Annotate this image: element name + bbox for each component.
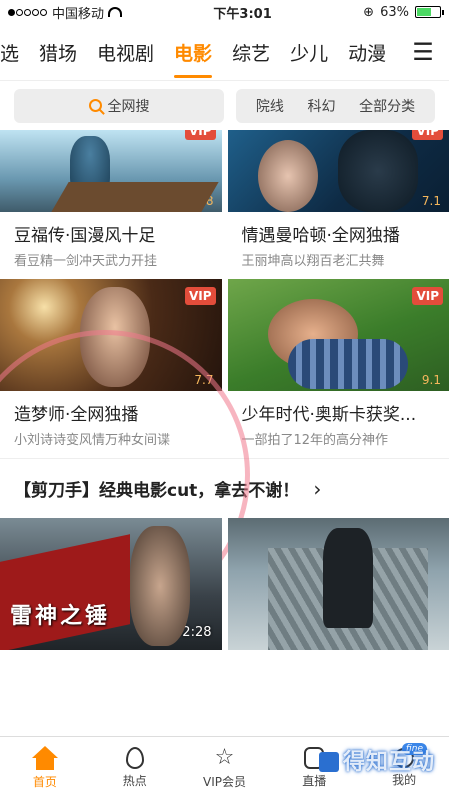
rating: 7.1: [421, 194, 441, 208]
filter-scifi[interactable]: 科幻: [307, 96, 335, 116]
movie-card[interactable]: VIP 7.8 豆福传·国漫风十足 看豆精一剑冲天武力开挂: [0, 130, 222, 279]
wifi-icon: [108, 7, 123, 17]
category-tabs: 选 猎场 电视剧 电影 综艺 少儿 动漫 ☰: [0, 24, 449, 80]
filter-bar: 院线 科幻 全部分类: [236, 88, 435, 123]
clip-card[interactable]: 雷神之锤 02:28: [0, 518, 222, 650]
movie-title: 造梦师·全网独播: [14, 405, 139, 425]
movie-thumbnail: VIP 9.1: [227, 279, 449, 391]
vip-badge: VIP: [412, 287, 443, 305]
section-title: 【剪刀手】经典电影cut，拿去不谢！: [14, 481, 300, 501]
chevron-right-icon: ›: [313, 476, 322, 501]
tab-movie[interactable]: 电影: [164, 39, 222, 78]
tab-liechang[interactable]: 猎场: [29, 39, 87, 66]
nav-vip-label: VIP会员: [202, 774, 246, 789]
movie-title: 少年时代·奥斯卡获奖...: [241, 405, 417, 425]
vip-star-icon: ☆: [214, 744, 235, 770]
clip-grid: 雷神之锤 02:28: [0, 518, 449, 650]
menu-icon[interactable]: ☰: [397, 24, 449, 80]
rotation-lock-icon: ⊕: [363, 4, 375, 20]
search-icon: [88, 99, 102, 112]
flame-icon: [125, 746, 144, 769]
search-input[interactable]: 全网搜: [14, 88, 224, 123]
movie-card[interactable]: VIP 7.7 造梦师·全网独播 小刘诗诗变风情万种女间谍: [0, 279, 222, 458]
tab-selected-partial[interactable]: 选: [0, 39, 29, 66]
nav-home-label: 首页: [32, 774, 57, 789]
nav-vip[interactable]: ☆ VIP会员: [180, 737, 270, 798]
movie-card[interactable]: VIP 7.1 情遇曼哈顿·全网独播 王丽坤高以翔百老汇共舞: [227, 130, 449, 279]
movie-subtitle: 小刘诗诗变风情万种女间谍: [14, 433, 171, 448]
rating: 9.1: [421, 373, 441, 387]
clip-card[interactable]: [227, 518, 449, 650]
clock: 下午3:01: [213, 6, 272, 22]
watermark: 得知互动: [318, 744, 435, 776]
nav-hot-label: 热点: [122, 773, 147, 788]
vip-badge: VIP: [184, 287, 216, 305]
tab-variety[interactable]: 综艺: [222, 39, 280, 66]
tab-kids[interactable]: 少儿: [280, 39, 338, 66]
movie-subtitle: 看豆精一剑冲天武力开挂: [14, 254, 158, 269]
status-left: 中国移动: [8, 3, 123, 22]
section-header[interactable]: 【剪刀手】经典电影cut，拿去不谢！ ›: [0, 458, 449, 518]
nav-hot[interactable]: 热点: [90, 737, 180, 798]
movie-subtitle: 王丽坤高以翔百老汇共舞: [241, 254, 385, 269]
filter-cinema[interactable]: 院线: [256, 96, 284, 116]
vip-badge: VIP: [412, 130, 443, 140]
status-right: ⊕ 63%: [363, 4, 444, 20]
battery-percent: 63%: [380, 4, 409, 20]
clip-caption: 雷神之锤: [10, 604, 111, 629]
movie-grid: VIP 7.8 豆福传·国漫风十足 看豆精一剑冲天武力开挂 VIP 7.1 情遇…: [0, 130, 449, 458]
clip-duration: 02:28: [174, 625, 212, 640]
rating: 7.7: [194, 373, 214, 387]
movie-thumbnail: VIP 7.1: [227, 130, 449, 212]
rating: 7.8: [194, 194, 214, 208]
battery-icon: [414, 6, 444, 18]
search-row: 全网搜 院线 科幻 全部分类: [0, 80, 449, 130]
nav-home[interactable]: 首页: [0, 737, 90, 798]
carrier-label: 中国移动: [52, 6, 105, 22]
movie-title: 豆福传·国漫风十足: [14, 226, 156, 246]
signal-icon: [8, 5, 48, 20]
home-icon: [31, 745, 58, 770]
tab-tv[interactable]: 电视剧: [87, 39, 164, 66]
movie-subtitle: 一部拍了12年的高分神作: [241, 433, 389, 448]
movie-thumbnail: VIP 7.7: [0, 279, 222, 391]
watermark-text: 得知互动: [342, 750, 435, 775]
movie-title: 情遇曼哈顿·全网独播: [241, 226, 400, 246]
filter-all-categories[interactable]: 全部分类: [359, 96, 415, 116]
status-bar: 中国移动 下午3:01 ⊕ 63%: [0, 0, 449, 24]
search-placeholder: 全网搜: [107, 98, 150, 115]
tab-anime[interactable]: 动漫: [338, 39, 396, 66]
vip-badge: VIP: [184, 130, 216, 140]
watermark-logo-icon: [318, 752, 339, 772]
movie-thumbnail: VIP 7.8: [0, 130, 222, 212]
content-area: VIP 7.8 豆福传·国漫风十足 看豆精一剑冲天武力开挂 VIP 7.1 情遇…: [0, 130, 449, 736]
movie-card[interactable]: VIP 9.1 少年时代·奥斯卡获奖... 一部拍了12年的高分神作: [227, 279, 449, 458]
